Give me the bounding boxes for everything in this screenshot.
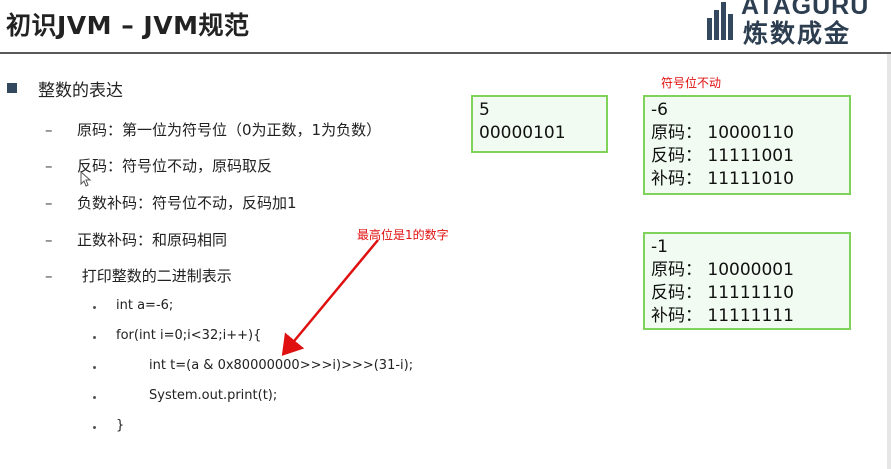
red-arrow-icon xyxy=(281,239,379,356)
mouse-cursor-icon xyxy=(80,171,92,187)
